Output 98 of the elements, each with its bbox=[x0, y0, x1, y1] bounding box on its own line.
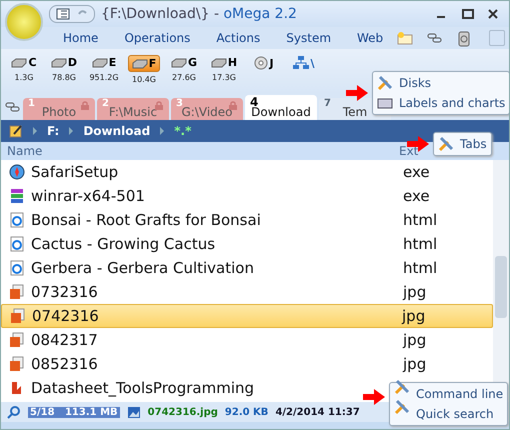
drive-size: 17.3G bbox=[212, 73, 236, 82]
web-page-icon bbox=[9, 236, 25, 252]
lock-icon bbox=[155, 101, 163, 110]
drive-size: 951.2G bbox=[89, 73, 119, 82]
cd-icon bbox=[254, 56, 268, 70]
folder-tab[interactable]: 4 Download bbox=[245, 95, 317, 120]
tools-icon bbox=[438, 136, 454, 152]
drive-size: 27.6G bbox=[172, 73, 196, 82]
drive-button[interactable]: D bbox=[48, 55, 80, 70]
file-row[interactable]: 0852316 jpg bbox=[1, 352, 493, 376]
hard-drive-icon bbox=[132, 58, 148, 68]
file-row[interactable]: winrar-x64-501 exe bbox=[1, 184, 493, 208]
popup-menu-item[interactable]: Disks bbox=[377, 73, 506, 93]
hard-drive-icon bbox=[210, 58, 227, 68]
file-name-status: 0742316.jpg bbox=[148, 406, 218, 418]
menu-tab[interactable]: Web bbox=[357, 31, 384, 45]
file-extension: jpg bbox=[403, 331, 428, 349]
image-file-icon bbox=[9, 284, 25, 300]
drive-button[interactable]: J bbox=[251, 55, 277, 71]
window-title: {F:\Download\} - oMega 2.2 bbox=[101, 6, 298, 22]
pointer-arrow-icon bbox=[346, 85, 368, 101]
hard-drive-icon bbox=[50, 58, 67, 68]
hard-drive-icon bbox=[11, 58, 28, 68]
network-icon bbox=[293, 56, 310, 70]
drive-button[interactable]: G bbox=[168, 55, 200, 70]
file-row[interactable]: Cactus - Growing Cactus html bbox=[1, 232, 493, 256]
popup-menu-item[interactable]: Tabs bbox=[438, 134, 487, 154]
tools-icon bbox=[394, 379, 410, 395]
selection-count: 5/18 113.1 MB bbox=[28, 406, 120, 418]
drive-button[interactable]: C bbox=[8, 55, 40, 70]
image-file-icon bbox=[9, 332, 25, 348]
file-row[interactable]: 0742316 jpg bbox=[1, 304, 493, 328]
file-extension: exe bbox=[403, 163, 431, 181]
search-icon[interactable] bbox=[7, 405, 21, 419]
drive-button[interactable]: E bbox=[88, 55, 120, 70]
new-folder-icon[interactable] bbox=[397, 31, 414, 45]
file-row[interactable]: Bonsai - Root Grafts for Bonsai html bbox=[1, 208, 493, 232]
file-name: 0742316 bbox=[32, 307, 100, 325]
file-extension: jpg bbox=[403, 283, 428, 301]
file-name: 0852316 bbox=[31, 355, 99, 373]
tools-icon bbox=[377, 75, 393, 91]
file-row[interactable]: 0842317 jpg bbox=[1, 328, 493, 352]
file-size-status: 92.0 KB bbox=[224, 406, 268, 418]
image-file-icon bbox=[10, 308, 26, 324]
web-page-icon bbox=[9, 260, 25, 276]
web-page-icon bbox=[9, 212, 25, 228]
layout-icon[interactable] bbox=[56, 8, 70, 20]
file-row[interactable]: SafariSetup exe bbox=[1, 160, 493, 184]
drive-size: 78.8G bbox=[52, 73, 76, 82]
popup-menu-item[interactable]: Command line bbox=[394, 384, 504, 404]
compass-icon bbox=[9, 164, 25, 180]
chevron-icon bbox=[158, 126, 166, 136]
file-extension: jpg bbox=[403, 355, 428, 373]
hard-drive-icon bbox=[92, 58, 108, 68]
menu-tab[interactable]: Operations bbox=[124, 31, 190, 45]
file-name: Bonsai - Root Grafts for Bonsai bbox=[31, 211, 262, 229]
scrollbar-thumb[interactable] bbox=[495, 256, 507, 318]
breadcrumb-item[interactable]: F: bbox=[47, 124, 60, 138]
hard-drive-icon bbox=[170, 58, 187, 68]
file-row[interactable]: Gerbera - Gerbera Cultivation html bbox=[1, 256, 493, 280]
drive-size: 1.3G bbox=[14, 73, 34, 82]
file-name: winrar-x64-501 bbox=[31, 187, 146, 205]
breadcrumb-item[interactable]: *.* bbox=[174, 124, 192, 138]
pointer-arrow-icon bbox=[363, 389, 385, 405]
file-date-status: 4/2/2014 11:37 bbox=[275, 406, 360, 418]
popup-menu-item[interactable]: Quick search bbox=[394, 404, 504, 424]
menu-tab[interactable]: System bbox=[286, 31, 332, 45]
lock-icon bbox=[81, 101, 89, 110]
drive-button[interactable]: H bbox=[208, 55, 240, 70]
file-extension: jpg bbox=[402, 307, 426, 325]
menu-tab[interactable]: Home bbox=[63, 31, 98, 45]
file-name: Datasheet_ToolsProgramming bbox=[31, 379, 254, 397]
archive-icon bbox=[9, 188, 25, 204]
file-name: SafariSetup bbox=[31, 163, 120, 181]
image-file-icon bbox=[9, 356, 25, 372]
file-name: Cactus - Growing Cactus bbox=[31, 235, 216, 253]
file-name: 0842317 bbox=[31, 331, 99, 349]
drive-size: 10.4G bbox=[132, 75, 156, 84]
file-extension: html bbox=[403, 259, 438, 277]
folder-tab[interactable]: 1 Photo bbox=[23, 98, 95, 120]
menu-tab[interactable]: Actions bbox=[216, 31, 260, 45]
file-name: Gerbera - Gerbera Cultivation bbox=[31, 259, 255, 277]
link-icon[interactable] bbox=[427, 31, 444, 45]
file-extension: exe bbox=[403, 187, 431, 205]
breadcrumb-item[interactable]: Download bbox=[83, 124, 150, 138]
edit-note-icon[interactable] bbox=[9, 124, 23, 138]
file-extension: html bbox=[403, 211, 438, 229]
drive-button[interactable]: \ bbox=[290, 55, 318, 71]
column-header[interactable]: Name bbox=[1, 144, 391, 158]
chevron-icon bbox=[67, 126, 76, 136]
drive-button[interactable]: F bbox=[128, 55, 160, 72]
file-row[interactable]: 0732316 jpg bbox=[1, 280, 493, 304]
file-name: 0732316 bbox=[31, 283, 99, 301]
chevron-icon bbox=[31, 126, 39, 136]
tools-icon bbox=[394, 399, 410, 415]
file-extension: html bbox=[403, 235, 438, 253]
image-icon bbox=[126, 406, 141, 418]
link-icon[interactable] bbox=[5, 100, 21, 112]
